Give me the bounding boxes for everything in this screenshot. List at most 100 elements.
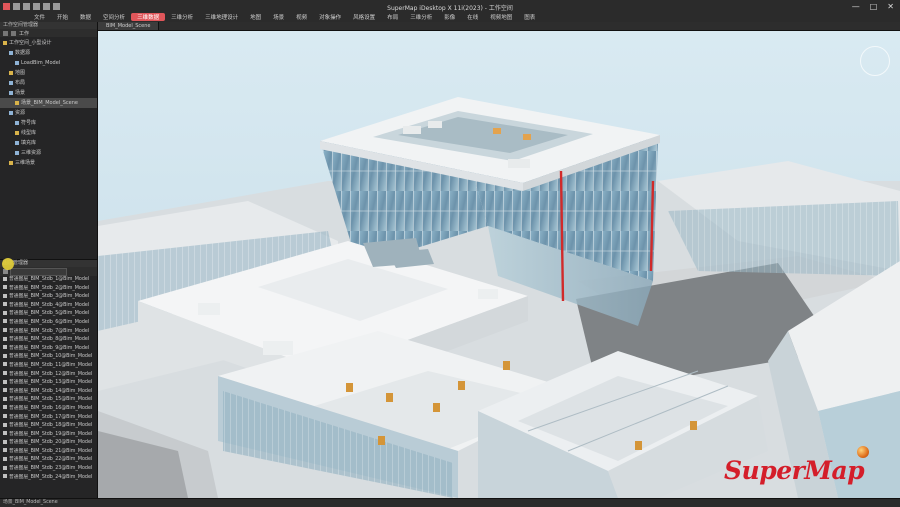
ribbon-tab[interactable]: 视频地图 [484, 13, 518, 21]
visibility-icon[interactable] [3, 362, 7, 367]
layer-row[interactable]: 普通图层_BIM_Stdb_13@Bim_Model [0, 379, 97, 388]
layer-label: 普通图层_BIM_Stdb_20@Bim_Model [9, 440, 93, 446]
visibility-icon[interactable] [3, 276, 7, 281]
layer-row[interactable]: 普通图层_BIM_Stdb_20@Bim_Model [0, 439, 97, 448]
visibility-icon[interactable] [3, 396, 7, 401]
tree-item[interactable]: 场景_BIM_Model_Scene [0, 98, 97, 108]
visibility-icon[interactable] [3, 319, 7, 324]
visibility-icon[interactable] [3, 345, 7, 350]
tree-item-label: 数据源 [15, 50, 31, 56]
layer-row[interactable]: 普通图层_BIM_Stdb_19@Bim_Model [0, 431, 97, 440]
tree-item[interactable]: 三维资源 [0, 148, 97, 158]
ribbon-tab[interactable]: 影像 [438, 13, 461, 21]
ribbon-tab[interactable]: 开始 [51, 13, 74, 21]
tree-item[interactable]: 填充库 [0, 138, 97, 148]
mouse-cursor-highlight [2, 258, 14, 270]
tree-node-icon [9, 80, 13, 85]
layer-row[interactable]: 普通图层_BIM_Stdb_1@Bim_Model [0, 276, 97, 285]
ribbon-tab[interactable]: 文件 [28, 13, 51, 21]
layer-row[interactable]: 普通图层_BIM_Stdb_6@Bim_Model [0, 319, 97, 328]
visibility-icon[interactable] [3, 405, 7, 410]
tree-item[interactable]: 工作空间_小型设计 [0, 38, 97, 48]
ribbon-tab[interactable]: 视频 [290, 13, 313, 21]
visibility-icon[interactable] [3, 422, 7, 427]
close-icon[interactable]: ✕ [887, 2, 894, 11]
ribbon-tab[interactable]: 在线 [461, 13, 484, 21]
visibility-icon[interactable] [3, 302, 7, 307]
visibility-icon[interactable] [3, 474, 7, 479]
visibility-icon[interactable] [3, 310, 7, 315]
layer-row[interactable]: 普通图层_BIM_Stdb_2@Bim_Model [0, 285, 97, 294]
visibility-icon[interactable] [3, 448, 7, 453]
minimize-icon[interactable]: — [852, 2, 860, 11]
visibility-icon[interactable] [3, 465, 7, 470]
tree-node-icon [15, 140, 19, 145]
visibility-icon[interactable] [3, 336, 7, 341]
layer-row[interactable]: 普通图层_BIM_Stdb_24@Bim_Model [0, 474, 97, 483]
layer-row[interactable]: 普通图层_BIM_Stdb_12@Bim_Model [0, 371, 97, 380]
layer-label: 普通图层_BIM_Stdb_7@Bim_Model [9, 328, 90, 334]
tree-item[interactable]: 线型库 [0, 128, 97, 138]
layer-row[interactable]: 普通图层_BIM_Stdb_21@Bim_Model [0, 448, 97, 457]
ribbon-tab[interactable]: 空间分析 [97, 13, 131, 21]
ribbon-tab[interactable]: 图表 [518, 13, 541, 21]
layer-label: 普通图层_BIM_Stdb_23@Bim_Model [9, 466, 93, 472]
layer-row[interactable]: 普通图层_BIM_Stdb_22@Bim_Model [0, 456, 97, 465]
visibility-icon[interactable] [3, 285, 7, 290]
tree-item-label: 三维场景 [15, 160, 36, 166]
ribbon-tab[interactable]: 地图 [244, 13, 267, 21]
workspace-panel-header: 工作空间管理器 [0, 22, 97, 29]
maximize-icon[interactable]: □ [870, 2, 878, 11]
workspace-tab[interactable]: 工作 [19, 30, 29, 37]
ribbon-tab[interactable]: 数据 [74, 13, 97, 21]
layer-row[interactable]: 普通图层_BIM_Stdb_15@Bim_Model [0, 396, 97, 405]
layer-row[interactable]: 普通图层_BIM_Stdb_4@Bim_Model [0, 302, 97, 311]
scene-viewport[interactable] [98, 31, 900, 498]
tree-item[interactable]: 布局 [0, 78, 97, 88]
ribbon-tab[interactable]: 对象操作 [313, 13, 347, 21]
layer-row[interactable]: 普通图层_BIM_Stdb_5@Bim_Model [0, 310, 97, 319]
tree-item[interactable]: 地图 [0, 68, 97, 78]
ribbon-tab[interactable]: 场景 [267, 13, 290, 21]
tree-expand-icon[interactable] [3, 30, 8, 36]
ribbon-tab[interactable]: 风格设置 [347, 13, 381, 21]
visibility-icon[interactable] [3, 431, 7, 436]
layer-row[interactable]: 普通图层_BIM_Stdb_17@Bim_Model [0, 414, 97, 423]
navigation-compass[interactable] [860, 46, 890, 76]
ribbon-tab[interactable]: 三维地理设计 [199, 13, 244, 21]
document-tab[interactable]: BIM_Model_Scene [98, 22, 160, 30]
visibility-icon[interactable] [3, 328, 7, 333]
tree-item[interactable]: 场景 [0, 88, 97, 98]
layer-row[interactable]: 普通图层_BIM_Stdb_9@Bim_Model [0, 345, 97, 354]
visibility-icon[interactable] [3, 293, 7, 298]
layer-label: 普通图层_BIM_Stdb_16@Bim_Model [9, 405, 93, 411]
tree-item[interactable]: 数据源 [0, 48, 97, 58]
layer-row[interactable]: 普通图层_BIM_Stdb_11@Bim_Model [0, 362, 97, 371]
layer-row[interactable]: 普通图层_BIM_Stdb_14@Bim_Model [0, 388, 97, 397]
visibility-icon[interactable] [3, 379, 7, 384]
visibility-icon[interactable] [3, 456, 7, 461]
tree-item[interactable]: 资源 [0, 108, 97, 118]
ribbon-tab[interactable]: 三维分析 [404, 13, 438, 21]
visibility-icon[interactable] [3, 388, 7, 393]
layer-row[interactable]: 普通图层_BIM_Stdb_16@Bim_Model [0, 405, 97, 414]
tree-item[interactable]: 三维场景 [0, 158, 97, 168]
visibility-icon[interactable] [3, 439, 7, 444]
layer-row[interactable]: 普通图层_BIM_Stdb_10@Bim_Model [0, 353, 97, 362]
layer-label: 普通图层_BIM_Stdb_3@Bim_Model [9, 294, 90, 300]
tree-collapse-icon[interactable] [11, 30, 16, 36]
layer-search-input[interactable] [10, 267, 67, 276]
visibility-icon[interactable] [3, 414, 7, 418]
tree-item[interactable]: LoadBim_Model [0, 58, 97, 68]
layer-row[interactable]: 普通图层_BIM_Stdb_7@Bim_Model [0, 328, 97, 337]
visibility-icon[interactable] [3, 371, 7, 376]
visibility-icon[interactable] [3, 353, 7, 358]
ribbon-tab[interactable]: 三维数据 [131, 13, 166, 21]
layer-row[interactable]: 普通图层_BIM_Stdb_23@Bim_Model [0, 465, 97, 474]
layer-row[interactable]: 普通图层_BIM_Stdb_18@Bim_Model [0, 422, 97, 431]
layer-row[interactable]: 普通图层_BIM_Stdb_8@Bim_Model [0, 336, 97, 345]
ribbon-tab[interactable]: 布局 [381, 13, 404, 21]
layer-row[interactable]: 普通图层_BIM_Stdb_3@Bim_Model [0, 293, 97, 302]
ribbon-tab[interactable]: 三维分析 [165, 13, 199, 21]
tree-item[interactable]: 符号库 [0, 118, 97, 128]
